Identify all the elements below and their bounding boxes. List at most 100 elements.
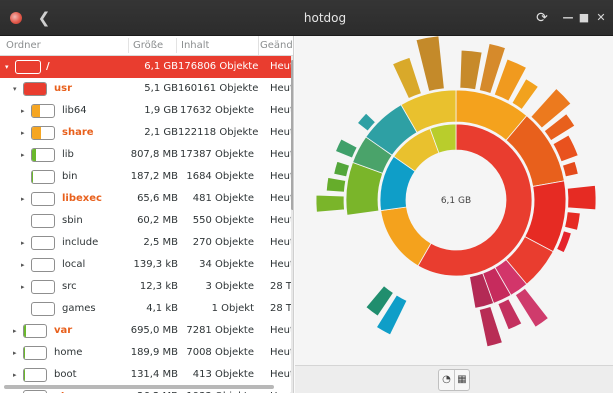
folder-name: / — [46, 61, 50, 72]
horizontal-scrollbar[interactable] — [0, 384, 291, 390]
expander-closed-icon[interactable]: ▸ — [21, 106, 29, 116]
share-segment-inner[interactable] — [380, 206, 432, 267]
app-window: ❮ hotdog ⟳ — ■ ✕ Ordner Größe Inhalt Geä… — [0, 0, 613, 393]
folder-name: home — [54, 347, 83, 358]
refresh-icon: ⟳ — [536, 10, 548, 26]
folder-row[interactable]: ▸ lib64 1,9 GB17632 Objekte Heut — [0, 100, 291, 122]
folder-item-count: 17632 Objekte — [179, 105, 254, 116]
folder-ray[interactable] — [459, 49, 483, 91]
expander-open-icon[interactable]: ▾ — [13, 84, 21, 94]
folder-ray[interactable] — [392, 56, 422, 100]
center-total-label: 6,1 GB — [441, 196, 471, 206]
folder-changed: 28 Tag — [270, 281, 291, 292]
maximize-button[interactable]: ■ — [577, 9, 591, 27]
folder-row[interactable]: ▾ usr 5,1 GB160161 Objekte Heut — [0, 78, 291, 100]
usage-bar-fill — [24, 83, 46, 95]
usage-bar-fill — [32, 149, 36, 161]
folder-ray[interactable] — [415, 35, 445, 92]
hscrollbar-thumb[interactable] — [4, 385, 274, 389]
folder-row[interactable]: ▸ libexec 65,6 MB 481 Objekte Heut — [0, 188, 291, 210]
folder-name: boot — [54, 369, 77, 380]
folder-ray[interactable] — [497, 298, 523, 331]
folder-row[interactable]: games 4,1 kB 1 Objekt 28 Tag — [0, 298, 291, 320]
column-header-changed[interactable]: Geänder — [258, 36, 293, 55]
expander-closed-icon[interactable]: ▸ — [21, 282, 29, 292]
maximize-icon: ■ — [578, 11, 590, 24]
folder-item-count: 3 Objekte — [205, 281, 254, 292]
folder-changed: Heut — [270, 259, 291, 270]
folder-size: 2,5 MB — [143, 237, 178, 248]
folder-name: lib64 — [62, 105, 87, 116]
column-header-content[interactable]: Inhalt — [181, 40, 209, 51]
close-button[interactable]: ✕ — [594, 9, 608, 27]
column-header: Ordner Größe Inhalt Geänder — [0, 36, 293, 56]
folder-row[interactable]: ▸ lib 807,8 MB17387 Objekte Heut — [0, 144, 291, 166]
folder-row[interactable]: ▸ home 189,9 MB 7008 Objekte Heut — [0, 342, 291, 364]
back-icon: ❮ — [37, 9, 51, 27]
folder-changed: Heut — [270, 237, 291, 248]
window-title: hotdog — [303, 11, 347, 25]
folder-size: 6,1 GB — [144, 61, 178, 72]
refresh-button[interactable]: ⟳ — [533, 9, 551, 27]
folder-item-count: 122118 Objekte — [178, 127, 259, 138]
expander-closed-icon[interactable]: ▸ — [21, 194, 29, 204]
folder-item-count: 7281 Objekte — [186, 325, 254, 336]
folder-item-count: 413 Objekte — [192, 369, 254, 380]
column-header-size[interactable]: Größe — [133, 40, 163, 51]
folder-row[interactable]: ▸ local 139,3 kB 34 Objekte Heut — [0, 254, 291, 276]
folder-name: bin — [62, 171, 78, 182]
folder-row[interactable]: sbin 60,2 MB 550 Objekte Heut — [0, 210, 291, 232]
folder-list: ▾ / 6,1 GB176806 Objekte Heut ▾ usr 5,1 GB1601… — [0, 56, 291, 393]
folder-name: sbin — [62, 215, 83, 226]
usage-bar — [31, 170, 55, 184]
folder-size: 5,1 GB — [144, 83, 178, 94]
expander-closed-icon[interactable]: ▸ — [21, 238, 29, 248]
folder-ray[interactable] — [315, 194, 345, 213]
expander-closed-icon[interactable]: ▸ — [21, 260, 29, 270]
expander-open-icon[interactable]: ▾ — [5, 62, 13, 72]
folder-name: usr — [54, 83, 73, 94]
folder-item-count: 1684 Objekte — [186, 171, 254, 182]
column-header-folder[interactable]: Ordner — [6, 40, 41, 51]
folder-row[interactable]: ▸ var 695,0 MB 7281 Objekte Heut — [0, 320, 291, 342]
back-button[interactable]: ❮ — [34, 8, 54, 28]
expander-closed-icon[interactable]: ▸ — [13, 348, 21, 358]
folder-name: var — [54, 325, 73, 336]
folder-row[interactable]: ▸ include 2,5 MB 270 Objekte Heut — [0, 232, 291, 254]
vertical-scrollbar[interactable] — [291, 56, 293, 393]
folder-size: 187,2 MB — [130, 171, 178, 182]
sunburst-chart[interactable]: 6,1 GB — [295, 35, 613, 365]
expander-closed-icon[interactable]: ▸ — [13, 326, 21, 336]
treemap-chart-button[interactable]: ▦ — [454, 370, 469, 390]
usage-bar — [31, 302, 55, 316]
title-bar: ❮ hotdog ⟳ — ■ ✕ — [0, 0, 613, 36]
folder-size: 189,9 MB — [130, 347, 178, 358]
rings-chart-button[interactable]: ◔ — [439, 370, 454, 390]
folder-ray[interactable] — [333, 160, 350, 178]
folder-ray[interactable] — [334, 138, 358, 159]
folder-ray[interactable] — [325, 176, 347, 193]
folder-row[interactable]: ▸ boot 131,4 MB 413 Objekte Heut — [0, 364, 291, 386]
folder-changed: Heut — [270, 61, 291, 72]
list-icon: ▦ — [457, 374, 467, 385]
folder-ray[interactable] — [562, 160, 579, 178]
folder-item-count: 7008 Objekte — [186, 347, 254, 358]
expander-closed-icon[interactable]: ▸ — [13, 370, 21, 380]
folder-row[interactable]: ▾ / 6,1 GB176806 Objekte Heut — [0, 56, 291, 78]
folder-ray[interactable] — [566, 184, 597, 211]
folder-changed: Heut — [270, 193, 291, 204]
folder-row[interactable]: ▸ src 12,3 kB 3 Objekte 28 Tag — [0, 276, 291, 298]
folder-row[interactable]: bin 187,2 MB 1684 Objekte Heut — [0, 166, 291, 188]
expander-closed-icon[interactable]: ▸ — [21, 150, 29, 160]
folder-ray[interactable] — [564, 211, 581, 231]
folder-row[interactable]: ▸ share 2,1 GB122118 Objekte Heut — [0, 122, 291, 144]
folder-name: libexec — [62, 193, 102, 204]
usage-bar — [31, 104, 55, 118]
folder-ray[interactable] — [478, 306, 503, 348]
usage-bar — [31, 148, 55, 162]
expander-closed-icon[interactable]: ▸ — [21, 128, 29, 138]
folder-size: 65,6 MB — [137, 193, 178, 204]
scrollbar-thumb[interactable] — [291, 60, 293, 210]
minimize-button[interactable]: — — [561, 9, 575, 27]
usage-bar — [23, 324, 47, 338]
